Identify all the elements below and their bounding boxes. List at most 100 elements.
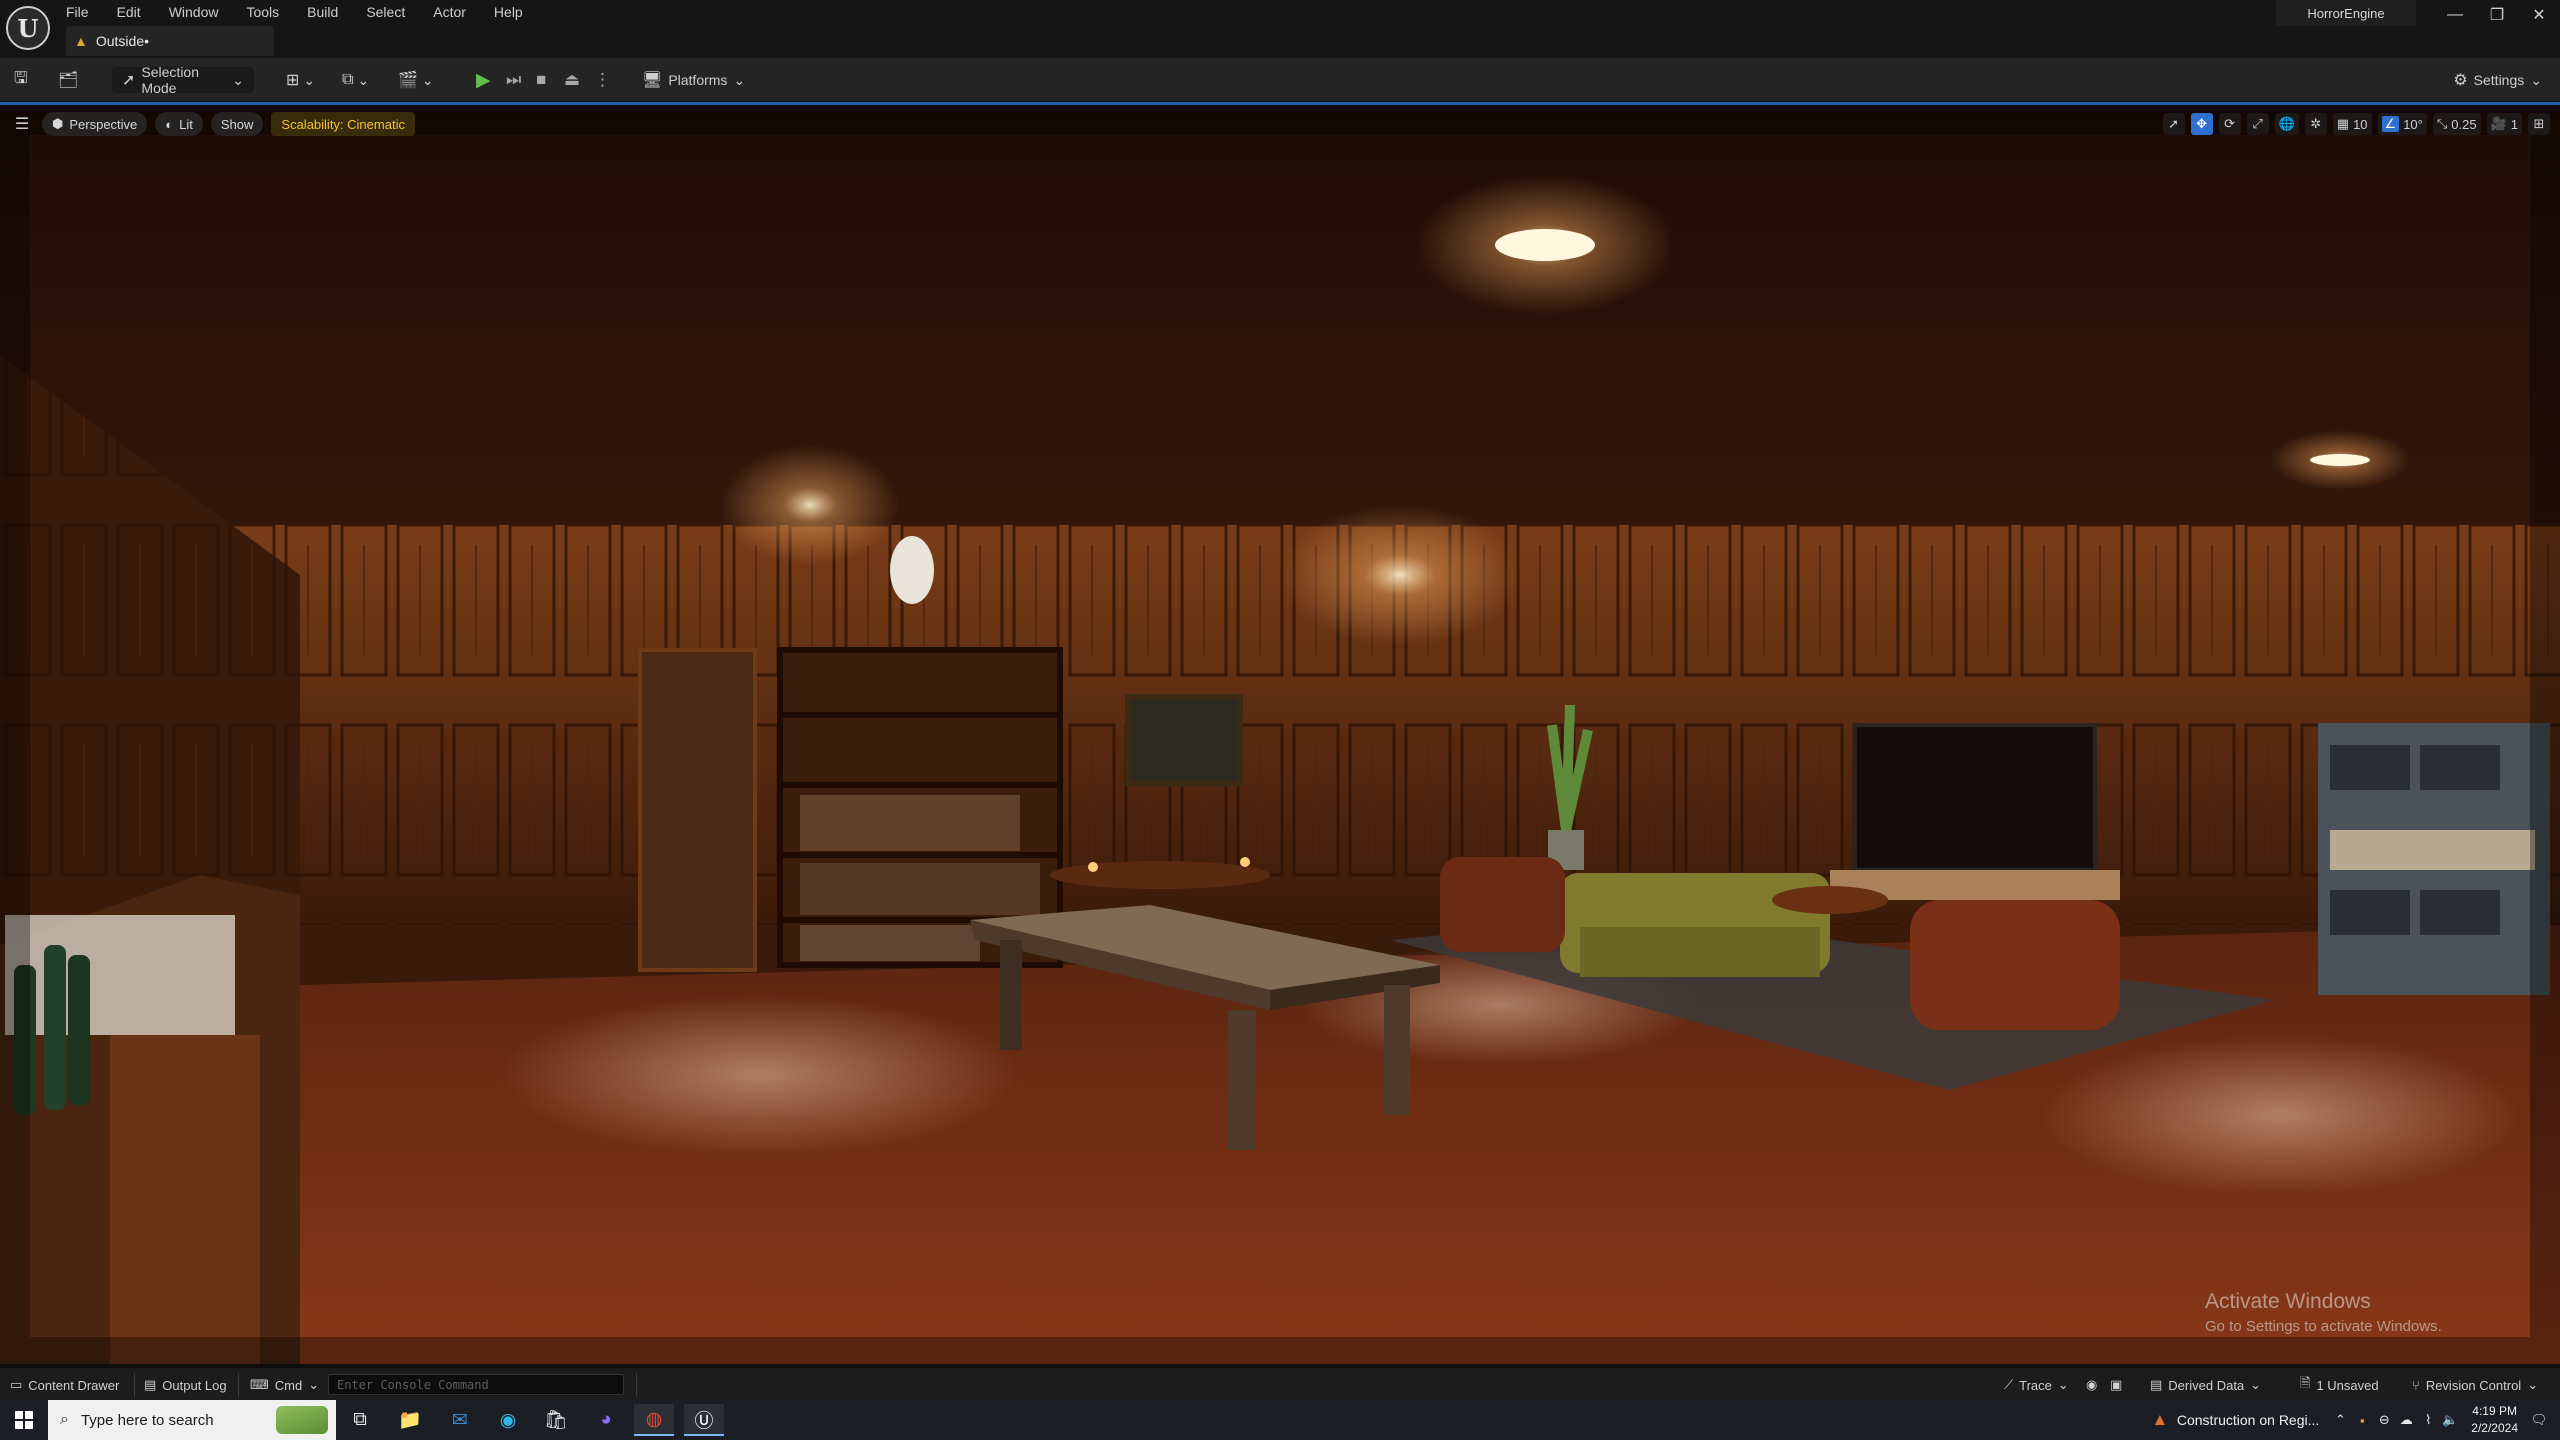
record-icon[interactable]: ◉ (2086, 1374, 2097, 1396)
discord-icon[interactable]: ◕ (586, 1404, 626, 1436)
gear-icon: ⚙ (2453, 72, 2468, 89)
settings-button[interactable]: ⚙ Settings ⌄ (2453, 67, 2542, 93)
menu-help[interactable]: Help (494, 0, 523, 24)
play-options-icon[interactable]: ⋮ (594, 67, 611, 93)
settings-label: Settings (2473, 72, 2525, 88)
select-tool-icon[interactable]: ➚ (2162, 113, 2185, 135)
platforms-icon: 🖥 (642, 72, 663, 89)
layout-icon[interactable]: ⊞ (2528, 113, 2550, 135)
angle-icon: ∠ (2381, 116, 2400, 132)
restore-button[interactable]: ❐ (2476, 0, 2518, 30)
camera-speed-button[interactable]: 🎥 1 (2486, 113, 2522, 135)
rotation-snap-value: 10° (2403, 116, 2423, 132)
scale-tool-icon[interactable]: ⤢ (2246, 113, 2269, 135)
tab-level-outside[interactable]: ▲ Outside• (66, 26, 274, 56)
view-mode-dropdown[interactable]: ◐ Lit (155, 112, 203, 136)
selection-mode-dropdown[interactable]: ➚ Selection Mode ⌄ (112, 64, 254, 96)
windows-start-button[interactable] (0, 1400, 48, 1440)
menu-actor[interactable]: Actor (433, 0, 466, 24)
trace-dropdown[interactable]: ⟋ Trace ⌄ (2004, 1374, 2069, 1396)
cmd-dropdown[interactable]: ⌨ Cmd ⌄ (250, 1374, 319, 1396)
windows-logo-icon (15, 1411, 33, 1429)
search-icon: ⌕ (60, 1411, 69, 1428)
volume-icon[interactable]: 🔈 (2439, 1412, 2461, 1428)
eject-button[interactable]: ⏏ (564, 67, 580, 93)
taskbar-search-box[interactable]: ⌕ Type here to search (48, 1400, 336, 1440)
step-button[interactable]: ⏭ (506, 67, 521, 93)
task-view-icon[interactable]: ⧉ (340, 1404, 380, 1436)
watermark-title: Activate Windows (2205, 1290, 2371, 1313)
divider (134, 1373, 135, 1397)
clock[interactable]: 4:19 PM 2/2/2024 (2471, 1403, 2518, 1437)
close-button[interactable]: ✕ (2518, 0, 2560, 30)
green-sofa (1560, 873, 1830, 977)
drawer-icon: ▭ (10, 1377, 23, 1392)
store-icon[interactable]: 🛍 (536, 1404, 576, 1436)
mail-icon[interactable]: ✉ (440, 1404, 480, 1436)
save-icon[interactable]: 🖫 (14, 67, 28, 93)
notifications-icon[interactable]: 🗨 (2528, 1412, 2550, 1428)
unreal-logo-icon[interactable]: U (6, 6, 50, 50)
menu-file[interactable]: File (66, 0, 89, 24)
unreal-engine-taskbar-icon[interactable]: Ⓤ (684, 1404, 724, 1436)
grid-icon: ▦ (2336, 116, 2350, 131)
level-icon: ▲ (74, 33, 88, 49)
scene-render[interactable] (0, 105, 2560, 1364)
menu-window[interactable]: Window (169, 0, 219, 24)
menu-build[interactable]: Build (307, 0, 338, 24)
app-tray-icon[interactable]: ▪ (2351, 1413, 2373, 1428)
content-drawer-button[interactable]: ▭ Content Drawer (10, 1374, 119, 1396)
scalability-label: Scalability: Cinematic (281, 116, 405, 132)
screenshot-icon[interactable]: ▣ (2110, 1374, 2122, 1396)
hamburger-menu-icon[interactable]: ☰ (10, 112, 34, 136)
console-command-input[interactable] (328, 1374, 624, 1395)
surface-snap-icon[interactable]: ✲ (2304, 113, 2327, 135)
chevron-up-icon[interactable]: ⌃ (2329, 1412, 2351, 1428)
output-log-button[interactable]: ▤ Output Log (144, 1374, 227, 1396)
tab-label: Outside• (95, 33, 150, 49)
cinematics-button[interactable]: 🎬 ⌄ (398, 67, 434, 93)
leather-armchair (1440, 857, 1565, 952)
level-viewport[interactable]: ☰ ⬢ Perspective ◐ Lit Show Scalability: … (0, 102, 2560, 1364)
scalability-warning[interactable]: Scalability: Cinematic (271, 112, 415, 136)
show-dropdown[interactable]: Show (210, 112, 264, 136)
grid-snap-toggle[interactable]: ▦ 10 (2332, 113, 2372, 135)
play-button[interactable]: ▶ (476, 67, 491, 93)
file-explorer-icon[interactable]: 📁 (390, 1404, 430, 1436)
world-space-icon[interactable]: 🌐 (2274, 113, 2299, 135)
menu-select[interactable]: Select (366, 0, 405, 24)
notification-text[interactable]: Construction on Regi... (2177, 1412, 2319, 1428)
activate-windows-watermark: Activate Windows Go to Settings to activ… (2205, 1290, 2442, 1335)
translate-tool-icon[interactable]: ✥ (2190, 113, 2213, 135)
derived-data-dropdown[interactable]: ▤ Derived Data ⌄ (2150, 1374, 2261, 1396)
platforms-dropdown[interactable]: 🖥 Platforms ⌄ (642, 67, 745, 93)
chrome-browser-icon[interactable]: ◍ (634, 1404, 674, 1436)
revision-control-dropdown[interactable]: ⑂ Revision Control ⌄ (2412, 1374, 2538, 1396)
browse-content-icon[interactable]: 🗂 (58, 67, 78, 93)
scale-snap-toggle[interactable]: ⤡ 0.25 (2432, 113, 2481, 135)
menu-edit[interactable]: Edit (117, 0, 141, 24)
network-icon[interactable]: ⌇ (2417, 1412, 2439, 1428)
menu-tools[interactable]: Tools (246, 0, 279, 24)
minimize-button[interactable]: — (2434, 0, 2476, 30)
scale-snap-icon: ⤡ (2436, 116, 2448, 131)
cursor-icon: ➚ (122, 72, 136, 89)
title-bar: U File Edit Window Tools Build Select Ac… (0, 0, 2560, 58)
rotate-tool-icon[interactable]: ⟳ (2218, 113, 2241, 135)
tray-icon[interactable]: ⊖ (2373, 1412, 2395, 1428)
onedrive-icon[interactable]: ☁ (2395, 1412, 2417, 1428)
perspective-dropdown[interactable]: ⬢ Perspective (42, 112, 148, 136)
unsaved-button[interactable]: 🗎 1 Unsaved (2300, 1374, 2379, 1396)
perspective-label: Perspective (69, 116, 138, 132)
revision-control-label: Revision Control (2425, 1377, 2522, 1393)
blueprints-button[interactable]: ⧉ ⌄ (342, 67, 369, 93)
rotation-snap-toggle[interactable]: ∠ 10° (2377, 113, 2427, 135)
edge-browser-icon[interactable]: ◉ (488, 1404, 528, 1436)
stop-button[interactable]: ■ (536, 67, 546, 93)
grid-snap-value: 10 (2353, 116, 2368, 132)
cmd-label: Cmd (274, 1377, 303, 1393)
add-actor-button[interactable]: ⊞ ⌄ (286, 67, 315, 93)
divider (636, 1373, 637, 1397)
unsaved-icon: 🗎 (2300, 1375, 2311, 1390)
camera-speed-value: 1 (2510, 116, 2518, 132)
